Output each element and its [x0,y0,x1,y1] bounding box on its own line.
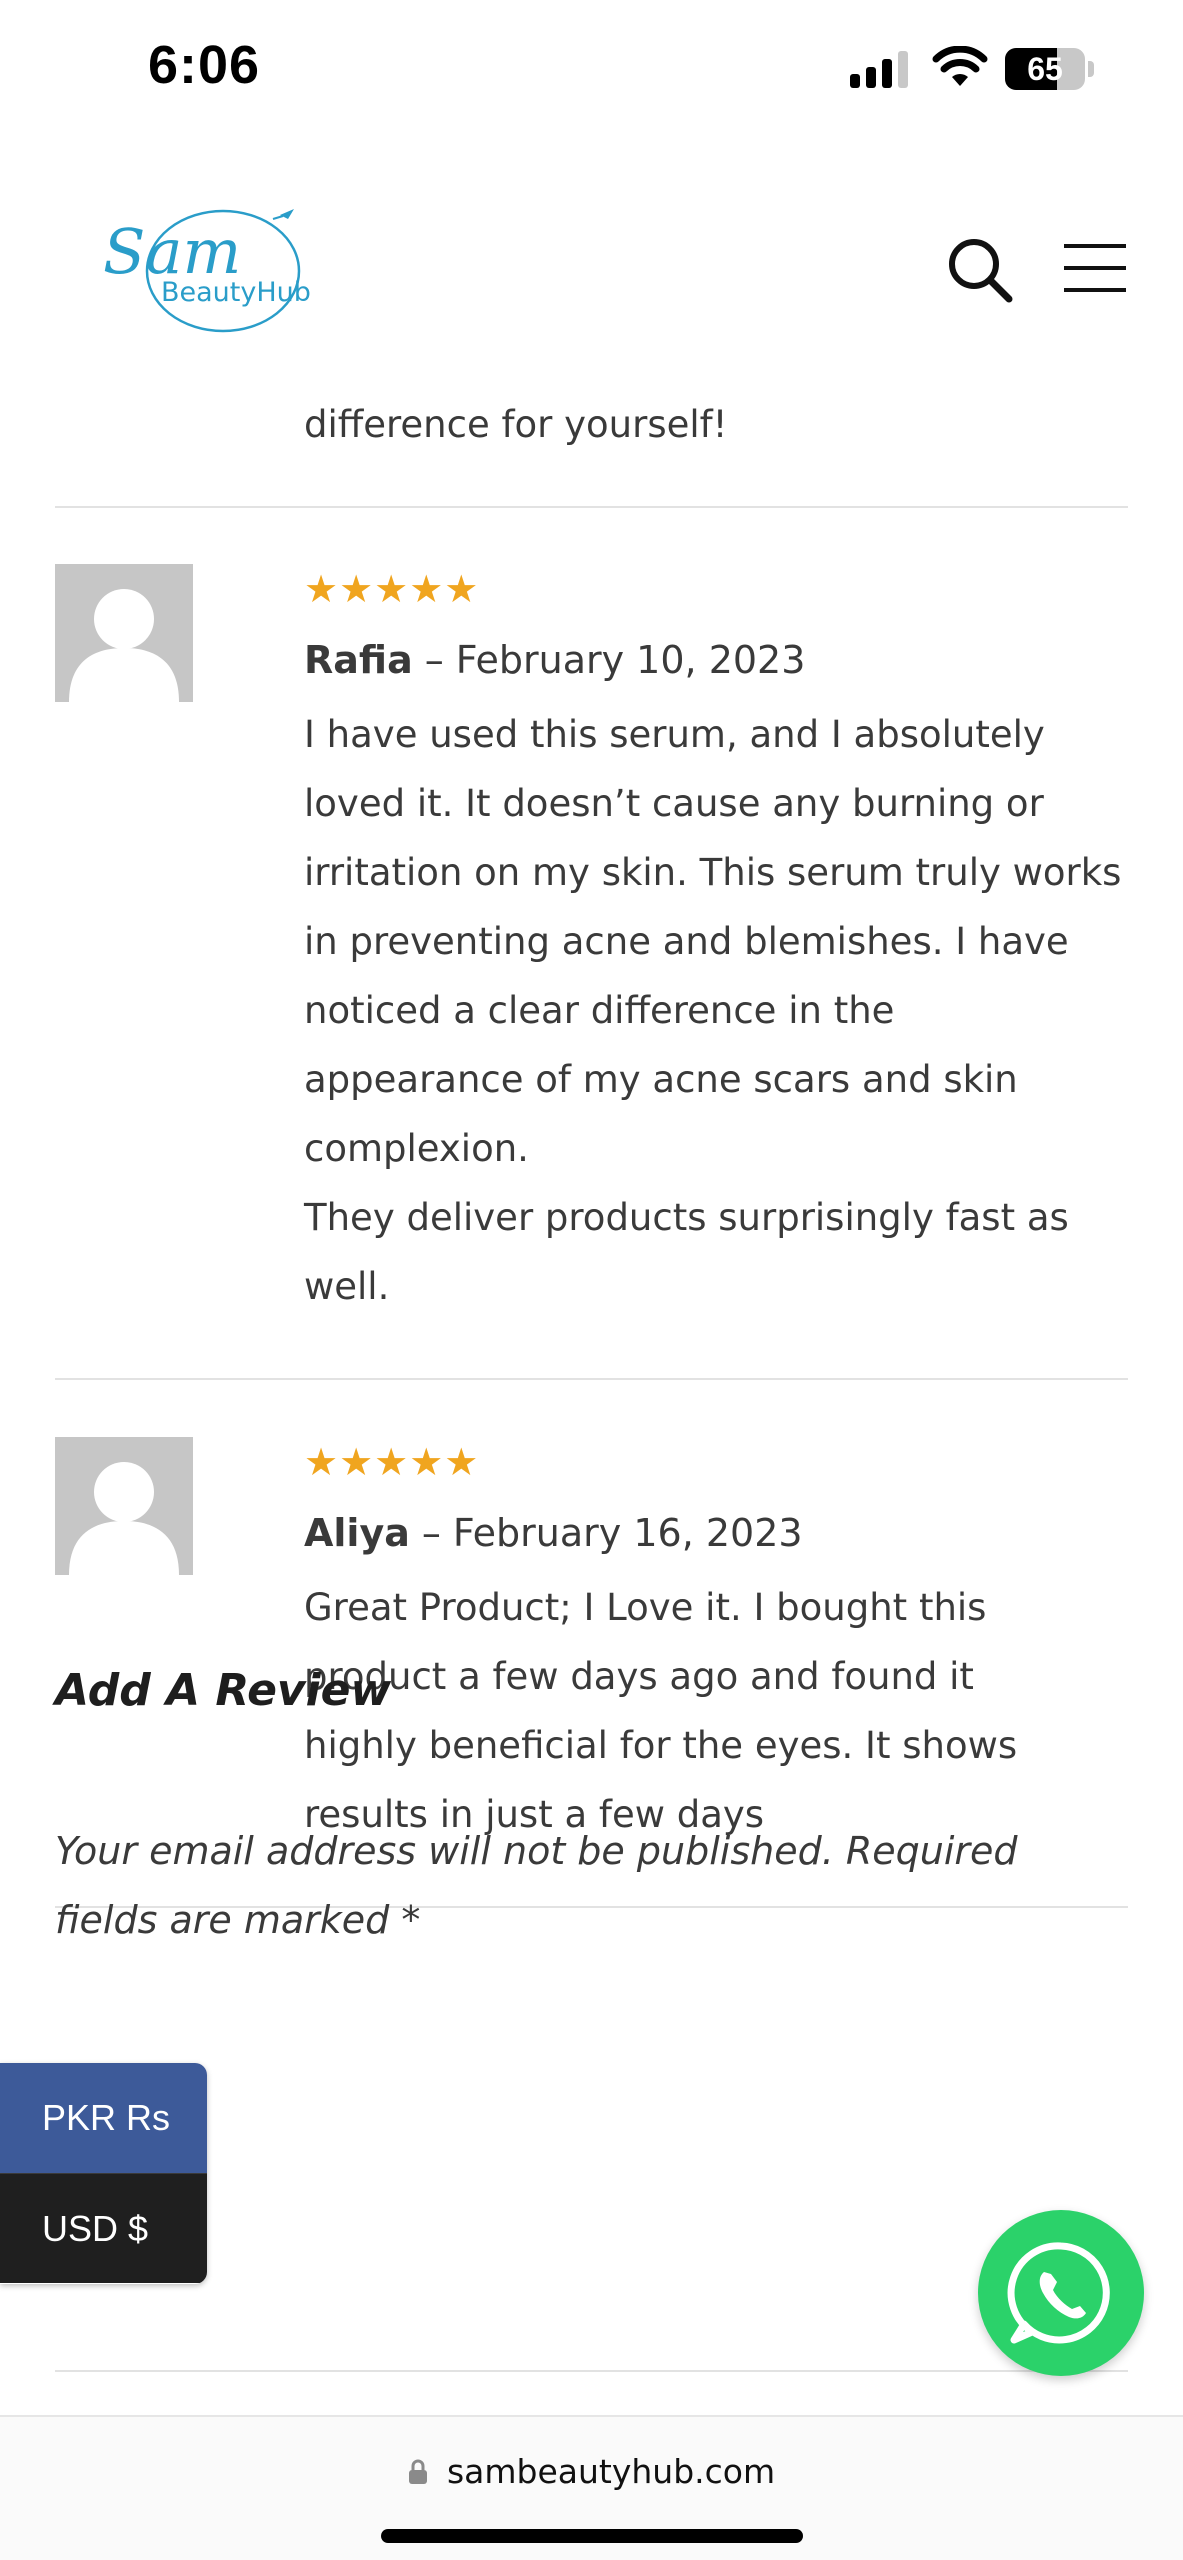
review-text: I have used this serum, and I absolutely… [304,700,1134,1321]
review-meta: Aliya – February 16, 2023 [304,1499,1134,1567]
review-author: Rafia [304,638,413,682]
star-rating: ★★★★★ [304,1440,480,1484]
review-divider [55,1378,1128,1380]
whatsapp-icon [1007,2242,1110,2344]
review-text-line: appearance of my acne scars and skin [304,1058,1018,1101]
logo-wordmark: BeautyHub [161,277,311,308]
site-logo[interactable]: Sam BeautyHub [95,195,325,335]
form-divider [55,2370,1128,2372]
menu-button[interactable] [1062,242,1128,294]
default-avatar-icon [55,1437,193,1575]
battery-percent: 65 [1027,51,1063,87]
star-rating: ★★★★★ [304,567,480,611]
search-button[interactable] [945,235,1015,305]
url-display[interactable]: sambeautyhub.com [0,2452,1183,2502]
review-text-line: Great Product; I Love it. I bought this [304,1586,987,1629]
currency-usd-option[interactable]: USD $ [0,2173,207,2283]
battery-icon: 65 [1005,48,1095,90]
review-text-line: well. [304,1265,390,1308]
browser-address-bar[interactable]: sambeautyhub.com [0,2415,1183,2560]
review-body: ★★★★★ Rafia – February 10, 2023 I have use… [304,564,1134,1321]
site-header: Sam BeautyHub [0,140,1183,370]
review-text-line: noticed a clear difference in the [304,989,895,1032]
lock-icon [408,2459,427,2484]
review-text-line: They deliver products surprisingly fast … [304,1196,1069,1239]
currency-pkr-option[interactable]: PKR Rs [0,2063,207,2173]
home-indicator[interactable] [381,2529,803,2543]
review-text-line: irritation on my skin. This serum truly … [304,851,1122,894]
avatar [55,564,193,702]
review-text-line: in preventing acne and blemishes. I have [304,920,1069,963]
status-bar: 6:06 65 [0,0,1183,140]
review-author: Aliya [304,1511,410,1555]
search-icon [949,239,1013,303]
cellular-signal-icon [850,51,908,88]
whatsapp-chat-button[interactable] [978,2210,1144,2376]
review-divider [55,506,1128,508]
default-avatar-icon [55,564,193,702]
review-text: Great Product; I Love it. I bought this … [304,1573,1134,1849]
url-text: sambeautyhub.com [446,2452,776,2491]
previous-review-text-tail: difference for yourself! [304,403,728,446]
hamburger-menu-icon [1064,244,1126,292]
email-notice: Your email address will not be published… [55,1829,1018,1942]
review-body: ★★★★★ Aliya – February 16, 2023 Great Prod… [304,1437,1134,1849]
review-date: February 10, 2023 [455,638,806,682]
meta-separator: – [424,638,444,682]
meta-separator: – [421,1511,441,1555]
review-text-line: complexion. [304,1127,529,1170]
battery-body: 65 [1005,48,1085,90]
review-text-line: loved it. It doesn’t cause any burning o… [304,782,1044,825]
review-text-line: I have used this serum, and I absolutely [304,713,1045,756]
wifi-icon [932,46,988,86]
review-text-line: product a few days ago and found it [304,1655,974,1698]
status-time: 6:06 [148,35,261,95]
add-review-heading: Add A Review [55,1665,392,1716]
review-meta: Rafia – February 10, 2023 [304,626,1134,694]
review-date: February 16, 2023 [452,1511,803,1555]
review-text-line: highly beneficial for the eyes. It shows [304,1724,1018,1767]
avatar [55,1437,193,1575]
currency-switcher: PKR Rs USD $ [0,2063,207,2284]
battery-cap [1088,61,1094,77]
